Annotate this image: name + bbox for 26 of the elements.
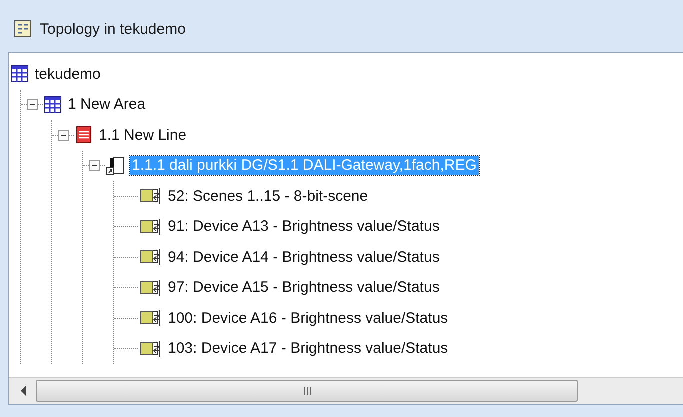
collapse-icon[interactable] [58, 130, 69, 141]
grid-icon [11, 65, 29, 84]
object-icon [140, 309, 162, 328]
horizontal-scrollbar[interactable] [9, 377, 683, 404]
tree-item[interactable]: 94: Device A14 - Brightness value/Status [166, 248, 442, 267]
tree-item[interactable]: 1 New Area [66, 95, 148, 114]
tree-item[interactable]: 1.1 New Line [97, 126, 189, 145]
collapse-icon[interactable] [27, 99, 38, 110]
tree-item[interactable]: 100: Device A16 - Brightness value/Status [166, 308, 450, 328]
tree-item[interactable]: 52: Scenes 1..15 - 8-bit-scene [166, 186, 370, 206]
object-icon [140, 187, 162, 206]
object-icon [140, 340, 162, 358]
tree-item[interactable]: 103: Device A17 - Brightness value/Status [166, 339, 450, 358]
scrollbar-thumb[interactable] [36, 380, 578, 402]
object-icon [140, 218, 162, 236]
window-icon [14, 20, 32, 38]
object-icon [140, 248, 162, 266]
object-icon [140, 278, 162, 297]
collapse-icon[interactable] [89, 160, 100, 172]
tree-item[interactable]: tekudemo [33, 64, 103, 84]
window-title: Topology in tekudemo [40, 20, 186, 38]
tree-item[interactable]: 97: Device A15 - Brightness value/Status [166, 278, 442, 298]
tree-item[interactable]: 91: Device A13 - Brightness value/Status [166, 217, 442, 236]
device-icon [106, 156, 126, 176]
grid-icon [44, 96, 62, 114]
scroll-left-icon[interactable] [21, 386, 26, 396]
